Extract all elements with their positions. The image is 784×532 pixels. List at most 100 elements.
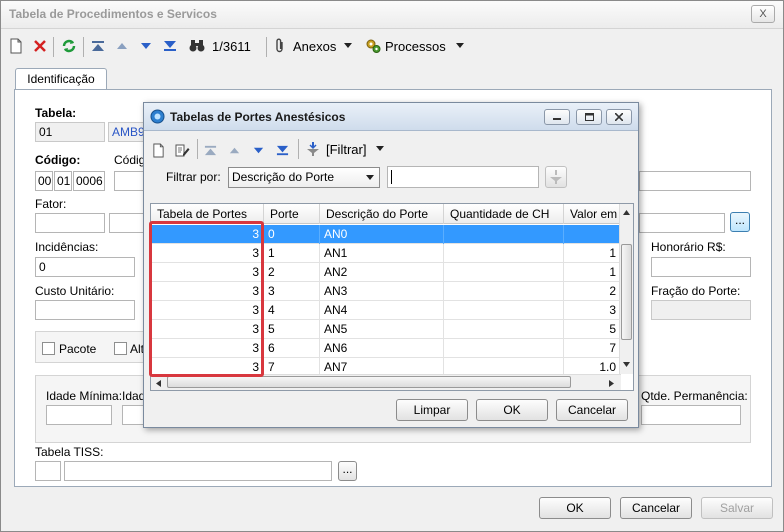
dropdown-arrow-icon [344, 43, 353, 48]
tabela-tiss-label: Tabela TISS: [35, 445, 104, 459]
dialog-minimize-button[interactable] [544, 109, 570, 125]
dialog-last-button[interactable] [276, 141, 289, 159]
main-titlebar: Tabela de Procedimentos e Servicos X [1, 1, 783, 29]
column-header-valor[interactable]: Valor em R [564, 204, 621, 224]
descricao-field[interactable] [639, 171, 751, 191]
honorario-label: Honorário R$: [651, 240, 726, 254]
main-ok-button[interactable]: OK [539, 497, 611, 519]
gears-icon [366, 39, 381, 53]
down-arrow-icon [141, 43, 151, 49]
dialog-edit-button[interactable] [174, 141, 190, 159]
idade-minima-field[interactable] [46, 405, 112, 425]
custo-unitario-field[interactable] [35, 300, 135, 320]
tabela-tiss-ellipsis-button[interactable]: ... [338, 461, 357, 481]
ellipsis-label: ... [734, 213, 745, 227]
cell-descricao: AN4 [320, 301, 444, 320]
refresh-icon [62, 39, 76, 53]
limpar-button[interactable]: Limpar [396, 399, 468, 421]
delete-record-button[interactable] [33, 37, 47, 55]
filtrar-menu-button[interactable]: [Filtrar] [306, 140, 385, 158]
grid-vertical-scrollbar[interactable] [619, 204, 633, 374]
scroll-down-icon [623, 362, 630, 367]
cell-valor: 1 [564, 244, 621, 263]
fator-field[interactable] [35, 213, 105, 233]
fracao-porte-field[interactable] [651, 300, 751, 320]
fator2-field[interactable] [109, 213, 147, 233]
codigo-part2-field[interactable]: 01 [54, 171, 72, 191]
codigo-part1-field[interactable]: 00 [35, 171, 53, 191]
cell-porte: 3 [264, 282, 320, 301]
tabela-code-field[interactable]: AMB92 [108, 122, 148, 142]
anexos-menu-button[interactable]: Anexos [273, 37, 353, 55]
dialog-next-button[interactable] [252, 141, 265, 159]
dialog-new-button[interactable] [152, 141, 165, 159]
honorario-field[interactable] [651, 257, 751, 277]
qtde-permanencia-field[interactable] [641, 405, 741, 425]
cell-porte: 2 [264, 263, 320, 282]
column-header-quantidade-ch[interactable]: Quantidade de CH [444, 204, 564, 224]
app-logo-icon [150, 109, 165, 124]
alt-checkbox[interactable] [114, 342, 127, 355]
tabela-label: Tabela: [35, 106, 77, 120]
main-cancel-button[interactable]: Cancelar [620, 497, 692, 519]
fracao-porte-label: Fração do Porte: [651, 284, 741, 298]
vertical-scroll-thumb[interactable] [621, 244, 632, 340]
dialog-first-button[interactable] [204, 141, 217, 159]
first-record-button[interactable] [91, 37, 105, 55]
cell-quantidade-ch [444, 263, 564, 282]
dialog-close-button[interactable] [606, 109, 632, 125]
down-arrow-icon [253, 147, 264, 153]
tab-identificacao[interactable]: Identificação [15, 68, 107, 90]
cell-porte: 1 [264, 244, 320, 263]
idade-maxima-field[interactable] [122, 405, 144, 425]
lookup-ellipsis-button[interactable]: ... [730, 212, 750, 232]
column-header-descricao[interactable]: Descrição do Porte [320, 204, 444, 224]
cell-porte: 4 [264, 301, 320, 320]
dropdown-arrow-icon [376, 146, 385, 151]
filtrar-por-select[interactable]: Descrição do Porte [228, 167, 380, 188]
scroll-up-icon [623, 210, 630, 215]
tabela-field[interactable]: 01 [35, 122, 105, 142]
idade-minima-label: Idade Mínima: [46, 389, 123, 403]
first-arrow-icon [204, 145, 217, 155]
fator-label: Fator: [35, 197, 67, 211]
lookup-field[interactable] [639, 213, 725, 233]
main-window-title: Tabela de Procedimentos e Servicos [9, 7, 217, 21]
cell-valor: 7 [564, 339, 621, 358]
search-records-button[interactable] [189, 37, 205, 55]
refresh-button[interactable] [61, 37, 77, 55]
alt-label: Alt [130, 342, 145, 356]
up-arrow-icon [117, 43, 127, 49]
processos-menu-button[interactable]: Processos [365, 37, 464, 55]
up-arrow-icon [229, 147, 240, 153]
codigo2-field[interactable] [114, 171, 146, 191]
column-header-porte[interactable]: Porte [264, 204, 320, 224]
anexos-label: Anexos [293, 38, 337, 54]
incidencias-field[interactable]: 0 [35, 257, 135, 277]
last-record-button[interactable] [163, 37, 177, 55]
new-record-button[interactable] [9, 37, 23, 55]
codigo-part3-field[interactable]: 0006 [73, 171, 105, 191]
dialog-previous-button[interactable] [228, 141, 241, 159]
qtde-permanencia-label: Qtde. Permanência: [641, 389, 748, 403]
previous-record-button[interactable] [115, 37, 129, 55]
cell-valor: 2 [564, 282, 621, 301]
tabela-tiss-desc-field[interactable] [64, 461, 332, 481]
dropdown-arrow-icon [455, 43, 464, 48]
cell-descricao: AN5 [320, 320, 444, 339]
tabela-tiss-code-field[interactable] [35, 461, 61, 481]
pacote-label: Pacote [59, 342, 97, 356]
dialog-cancel-button[interactable]: Cancelar [556, 399, 628, 421]
pacote-checkbox[interactable] [42, 342, 55, 355]
next-record-button[interactable] [139, 37, 153, 55]
horizontal-scroll-thumb[interactable] [167, 376, 571, 388]
dialog-maximize-button[interactable] [576, 109, 602, 125]
last-arrow-icon [164, 41, 176, 51]
filter-text-input[interactable] [387, 166, 539, 188]
dialog-ok-button[interactable]: OK [476, 399, 548, 421]
dialog-title: Tabelas de Portes Anestésicos [170, 110, 346, 124]
apply-filter-button[interactable] [545, 166, 567, 188]
cell-quantidade-ch [444, 339, 564, 358]
main-close-button[interactable]: X [751, 5, 775, 23]
main-save-button[interactable]: Salvar [701, 497, 773, 519]
